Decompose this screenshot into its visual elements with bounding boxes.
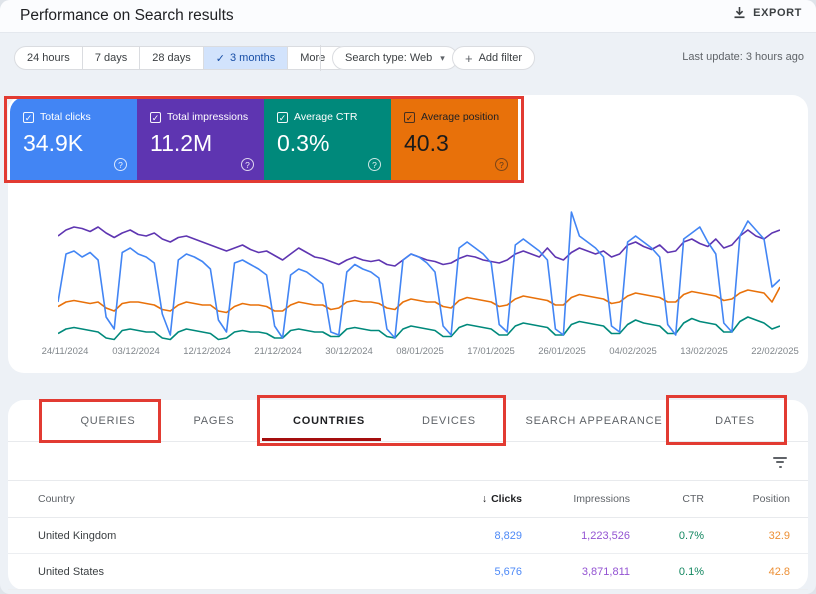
search-type-dropdown[interactable]: Search type: Web ▾ <box>332 46 458 70</box>
top-bar: Performance on Search results EXPORT <box>0 0 816 33</box>
checkbox-checked-icon[interactable]: ✓ <box>150 111 161 123</box>
export-label: EXPORT <box>753 6 802 19</box>
metric-card-average-position[interactable]: ✓ Average position 40.3 ? <box>391 97 518 180</box>
x-tick: 03/12/2024 <box>112 346 160 357</box>
chart-card: ✓ Total clicks 34.9K ? ✓ Total impressio… <box>8 95 808 373</box>
x-tick: 21/12/2024 <box>254 346 302 357</box>
tab-queries[interactable]: QUERIES <box>80 400 135 442</box>
dimension-tabs: QUERIES PAGES COUNTRIES DEVICES SEARCH A… <box>8 400 808 442</box>
divider <box>320 45 321 71</box>
impressions-cell: 3,871,811 <box>581 565 630 578</box>
help-icon[interactable]: ? <box>114 158 127 171</box>
clicks-line <box>58 211 780 339</box>
x-tick: 08/01/2025 <box>396 346 444 357</box>
filter-icon[interactable] <box>772 454 788 468</box>
metric-label: Total clicks <box>40 111 91 123</box>
position-line <box>58 286 780 314</box>
checkbox-checked-icon[interactable]: ✓ <box>277 111 288 123</box>
help-icon[interactable]: ? <box>241 158 254 171</box>
x-tick: 13/02/2025 <box>680 346 728 357</box>
range-28-days[interactable]: 28 days <box>140 47 204 69</box>
tab-pages[interactable]: PAGES <box>193 400 234 442</box>
clicks-cell: 8,829 <box>494 529 522 542</box>
table-row[interactable]: United Kingdom 8,829 1,223,526 0.7% 32.9 <box>8 518 808 554</box>
x-tick: 24/11/2024 <box>41 346 89 357</box>
metric-cards: ✓ Total clicks 34.9K ? ✓ Total impressio… <box>10 97 518 180</box>
filter-row: 24 hours 7 days 28 days ✓ 3 months More … <box>0 34 816 82</box>
x-tick: 04/02/2025 <box>609 346 657 357</box>
x-tick: 30/12/2024 <box>325 346 373 357</box>
checkbox-checked-icon[interactable]: ✓ <box>404 111 415 123</box>
checkbox-checked-icon[interactable]: ✓ <box>23 111 34 123</box>
table-toolbar <box>8 443 808 481</box>
table-header-row: Country ↓ Clicks Impressions CTR Position <box>8 481 808 518</box>
metric-card-average-ctr[interactable]: ✓ Average CTR 0.3% ? <box>264 97 391 180</box>
metric-label: Total impressions <box>167 111 249 123</box>
search-console-performance-page: Performance on Search results EXPORT 24 … <box>0 0 816 594</box>
tab-countries[interactable]: COUNTRIES <box>293 400 365 442</box>
ctr-cell: 0.1% <box>678 565 704 578</box>
column-header-country[interactable]: Country <box>38 493 402 505</box>
check-icon: ✓ <box>215 52 225 65</box>
page-title: Performance on Search results <box>20 7 234 24</box>
sort-desc-icon: ↓ <box>481 493 488 505</box>
impressions-line <box>58 226 780 267</box>
column-header-position[interactable]: Position <box>704 493 790 505</box>
metric-card-total-impressions[interactable]: ✓ Total impressions 11.2M ? <box>137 97 264 180</box>
range-24-hours[interactable]: 24 hours <box>15 47 83 69</box>
tab-devices[interactable]: DEVICES <box>422 400 476 442</box>
table-card: QUERIES PAGES COUNTRIES DEVICES SEARCH A… <box>8 400 808 590</box>
country-cell: United Kingdom <box>38 529 117 542</box>
add-filter-button[interactable]: + Add filter <box>452 46 536 70</box>
help-icon[interactable]: ? <box>495 158 508 171</box>
chevron-down-icon: ▾ <box>440 52 445 63</box>
export-button[interactable]: EXPORT <box>733 6 802 19</box>
chart-x-axis: 24/11/2024 03/12/2024 12/12/2024 21/12/2… <box>8 346 808 360</box>
active-tab-indicator <box>262 438 381 441</box>
metric-value: 40.3 <box>404 130 449 156</box>
column-header-ctr[interactable]: CTR <box>630 493 704 505</box>
performance-line-chart[interactable] <box>58 197 780 347</box>
impressions-cell: 1,223,526 <box>581 529 630 542</box>
x-tick: 12/12/2024 <box>183 346 231 357</box>
column-header-clicks[interactable]: ↓ Clicks <box>402 493 522 505</box>
metric-label: Average CTR <box>294 111 358 123</box>
metric-value: 0.3% <box>277 130 330 156</box>
x-tick: 26/01/2025 <box>538 346 586 357</box>
metric-value: 34.9K <box>23 130 84 156</box>
ctr-line <box>58 316 780 341</box>
metric-label: Average position <box>421 111 500 123</box>
position-cell: 42.8 <box>768 565 790 578</box>
clicks-cell: 5,676 <box>494 565 522 578</box>
last-update-text: Last update: 3 hours ago <box>682 51 804 63</box>
position-cell: 32.9 <box>768 529 790 542</box>
ctr-cell: 0.7% <box>678 529 704 542</box>
x-tick: 22/02/2025 <box>751 346 799 357</box>
column-header-impressions[interactable]: Impressions <box>522 493 630 505</box>
country-cell: United States <box>38 565 105 578</box>
tab-search-appearance[interactable]: SEARCH APPEARANCE <box>525 400 662 442</box>
download-icon <box>733 6 746 19</box>
plus-icon: + <box>465 50 473 66</box>
metric-card-total-clicks[interactable]: ✓ Total clicks 34.9K ? <box>10 97 137 180</box>
help-icon[interactable]: ? <box>368 158 381 171</box>
range-3-months[interactable]: ✓ 3 months <box>203 47 289 69</box>
range-7-days[interactable]: 7 days <box>83 47 141 69</box>
tab-dates[interactable]: DATES <box>715 400 755 442</box>
table-row[interactable]: United States 5,676 3,871,811 0.1% 42.8 <box>8 554 808 590</box>
date-range-group: 24 hours 7 days 28 days ✓ 3 months More … <box>14 46 350 70</box>
metric-value: 11.2M <box>150 130 213 156</box>
x-tick: 17/01/2025 <box>467 346 515 357</box>
